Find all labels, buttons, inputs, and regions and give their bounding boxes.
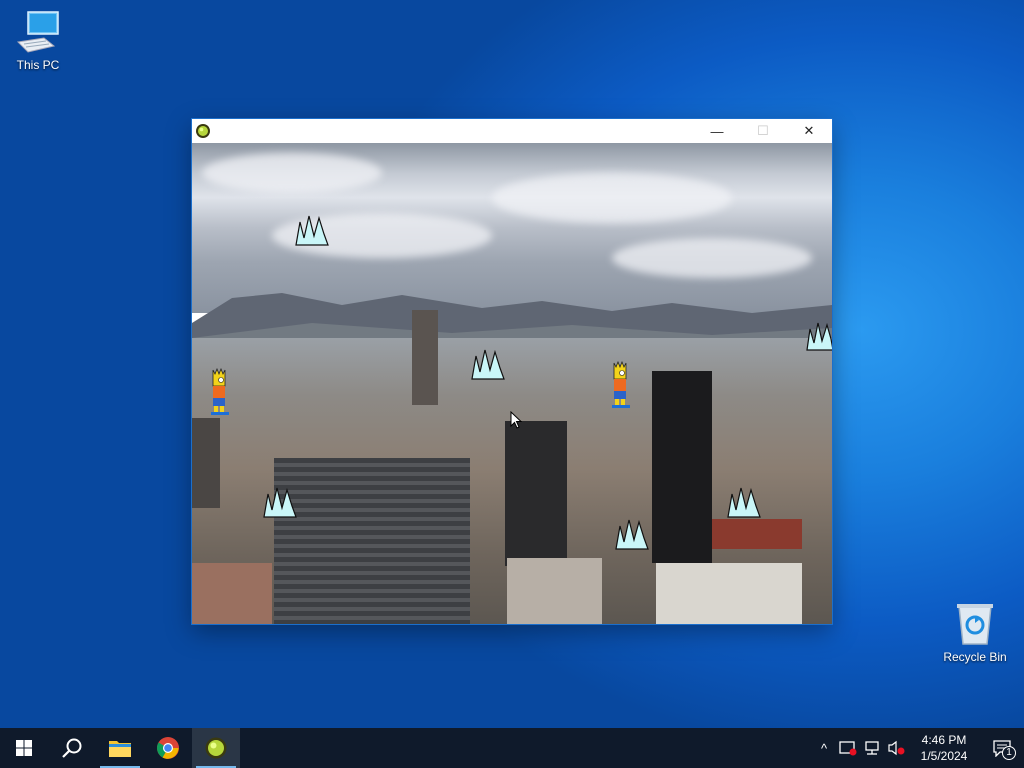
file-explorer-icon [109,741,131,757]
clock-time: 4:46 PM [921,733,967,747]
taskbar-game-app[interactable] [192,728,240,768]
green-orb-icon [196,124,210,138]
spike-obstacle [471,349,505,380]
cloud [202,153,382,193]
taskbar: ^ 4:46 PM 1/5/2024 1 [0,728,1024,768]
search-icon [62,738,82,758]
taskbar-chrome[interactable] [144,728,192,768]
bart-simpson-sprite [612,361,630,408]
cloud [612,238,812,278]
spike-obstacle [727,487,761,518]
volume-tray-button[interactable] [884,728,908,768]
start-button[interactable] [0,728,48,768]
show-hidden-icons-button[interactable]: ^ [812,728,836,768]
desktop-icon-recycle-bin[interactable]: Recycle Bin [937,600,1013,664]
cloud [492,173,732,223]
desktop-icon-label: This PC [16,58,60,72]
search-button[interactable] [48,728,96,768]
maximize-icon: ☐ [757,123,769,138]
close-button[interactable]: ✕ [786,119,832,143]
building [507,558,602,624]
building [656,563,802,624]
security-warning-icon [839,741,857,756]
building [412,310,438,405]
title-bar[interactable]: — ☐ ✕ [192,119,832,143]
computer-icon [14,8,62,56]
security-tray-button[interactable] [836,728,860,768]
building [192,563,272,624]
taskbar-file-explorer[interactable] [96,728,144,768]
spike-obstacle [806,322,832,351]
minimize-button[interactable]: — [694,119,740,143]
minimize-icon: — [710,123,724,139]
network-tray-button[interactable] [860,728,884,768]
desktop-icon-label: Recycle Bin [943,650,1007,664]
desktop-icon-this-pc[interactable]: This PC [0,8,76,72]
mouse-cursor-icon [510,411,522,429]
notification-count-badge: 1 [1002,746,1016,760]
building [192,418,220,508]
building [274,458,470,624]
spike-obstacle [295,215,329,246]
game-canvas[interactable] [192,143,832,624]
chrome-icon [157,737,179,759]
spike-obstacle [263,487,297,518]
chevron-up-icon: ^ [820,740,828,756]
green-orb-app-icon [205,737,227,759]
system-tray: ^ 4:46 PM 1/5/2024 1 [812,728,1024,768]
volume-muted-icon [888,740,905,756]
building [505,421,567,566]
close-icon: ✕ [803,123,815,138]
action-center-button[interactable]: 1 [980,728,1024,768]
clock-date: 1/5/2024 [920,749,968,763]
building [712,519,802,549]
building [652,371,712,563]
taskbar-clock[interactable]: 4:46 PM 1/5/2024 [908,732,980,764]
game-window[interactable]: — ☐ ✕ [192,119,832,624]
maximize-button[interactable]: ☐ [740,119,786,143]
spike-obstacle [615,519,649,550]
recycle-bin-icon [951,600,999,648]
windows-start-icon [16,740,32,756]
network-icon [865,741,879,755]
bart-simpson-sprite [211,368,229,415]
